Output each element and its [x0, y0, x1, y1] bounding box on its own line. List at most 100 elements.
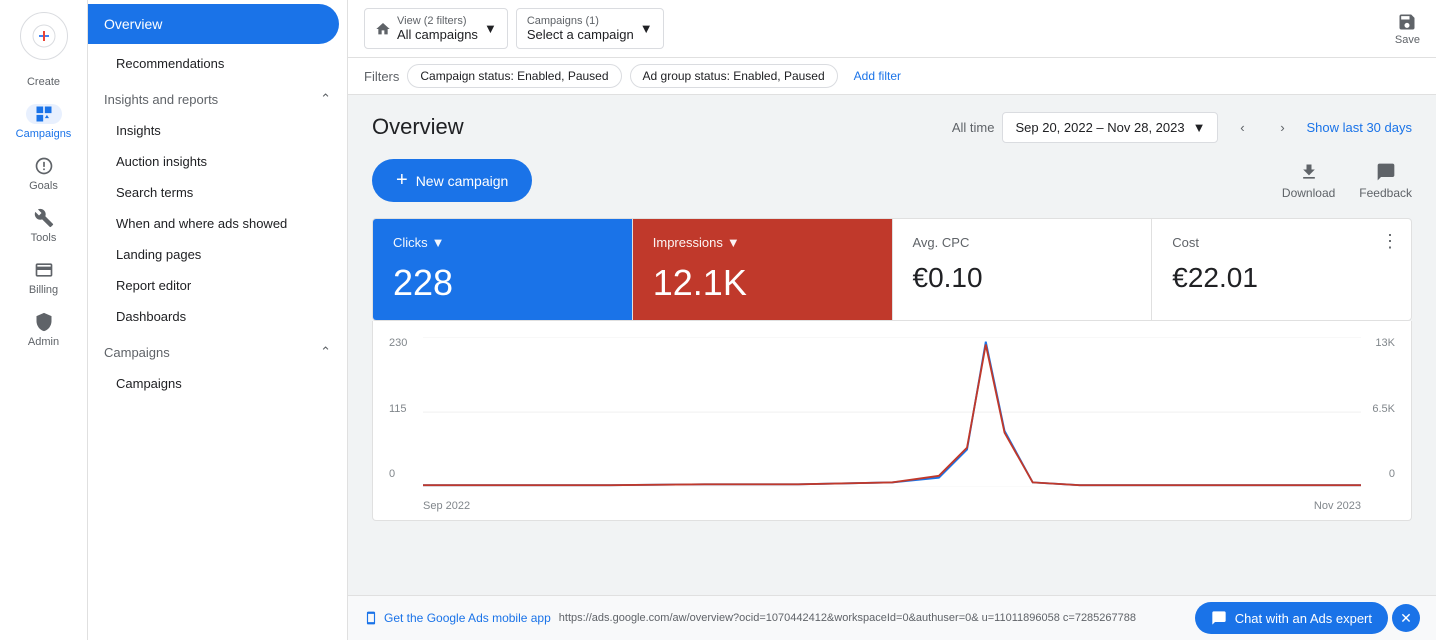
campaigns-section[interactable]: Campaigns ⌃ — [88, 332, 347, 368]
billing-label: Billing — [29, 284, 58, 296]
chevron-up-icon-2: ⌃ — [320, 344, 331, 360]
dropdown-arrow-small-2[interactable]: ▼ — [727, 235, 740, 250]
download-button[interactable]: Download — [1282, 162, 1335, 200]
show-last-30-link[interactable]: Show last 30 days — [1306, 120, 1412, 135]
cost-stat-card: Cost €22.01 ⋮ — [1152, 219, 1411, 320]
search-terms-nav-item[interactable]: Search terms — [88, 177, 347, 208]
chart-container: 230 115 0 13K 6.5K 0 Sep 2022 — [372, 321, 1412, 521]
auction-insights-nav-item[interactable]: Auction insights — [88, 146, 347, 177]
cost-value: €22.01 — [1172, 262, 1391, 294]
feedback-button[interactable]: Feedback — [1359, 162, 1412, 200]
action-icons: Download Feedback — [1282, 162, 1412, 200]
new-campaign-button[interactable]: + New campaign — [372, 159, 532, 202]
when-where-nav-item[interactable]: When and where ads showed — [88, 208, 347, 239]
nav-sidebar: Overview Recommendations Insights and re… — [88, 0, 348, 640]
mobile-icon — [364, 611, 378, 625]
create-label: Create — [27, 76, 60, 88]
campaigns-filter-value: Select a campaign — [527, 27, 634, 42]
recommendations-nav-item[interactable]: Recommendations — [88, 48, 347, 79]
chart-y-labels-left: 230 115 0 — [389, 337, 407, 480]
main-content: View (2 filters) All campaigns ▼ Campaig… — [348, 0, 1436, 640]
clicks-value: 228 — [393, 262, 612, 304]
overview-header: Overview All time Sep 20, 2022 – Nov 28,… — [372, 111, 1412, 143]
goals-label: Goals — [29, 180, 58, 192]
date-range-value: Sep 20, 2022 – Nov 28, 2023 — [1015, 120, 1184, 135]
dropdown-arrow-small[interactable]: ▼ — [432, 235, 445, 250]
feedback-icon — [1376, 162, 1396, 182]
date-range-picker[interactable]: Sep 20, 2022 – Nov 28, 2023 ▼ — [1002, 112, 1218, 143]
more-options-icon[interactable]: ⋮ — [1381, 231, 1399, 252]
sidebar-item-billing[interactable]: Billing — [0, 252, 87, 304]
plus-icon: + — [396, 169, 408, 192]
all-time-label: All time — [952, 120, 995, 135]
clicks-stat-card: Clicks ▼ 228 — [373, 219, 633, 320]
insights-reports-section[interactable]: Insights and reports ⌃ — [88, 79, 347, 115]
sidebar-item-admin[interactable]: Admin — [0, 304, 87, 356]
page-title: Overview — [372, 114, 464, 140]
chat-label: Chat with an Ads expert — [1235, 611, 1372, 626]
close-icon: ✕ — [1400, 610, 1412, 627]
create-button[interactable] — [20, 12, 68, 60]
dashboards-nav-item[interactable]: Dashboards — [88, 301, 347, 332]
avg-cpc-label: Avg. CPC — [913, 235, 1132, 250]
avg-cpc-value: €0.10 — [913, 262, 1132, 294]
view-filter-label: View (2 filters) — [397, 15, 478, 27]
download-icon — [1299, 162, 1319, 182]
report-editor-nav-item[interactable]: Report editor — [88, 270, 347, 301]
cost-label: Cost — [1172, 235, 1391, 250]
sidebar-item-create[interactable]: Create — [0, 68, 87, 96]
filters-label: Filters — [364, 69, 399, 84]
campaigns-item[interactable]: Campaigns — [88, 368, 347, 399]
chevron-up-icon: ⌃ — [320, 91, 331, 107]
chat-area: Chat with an Ads expert ✕ — [1195, 602, 1420, 634]
sidebar-item-tools[interactable]: Tools — [0, 200, 87, 252]
date-controls: All time Sep 20, 2022 – Nov 28, 2023 ▼ ‹… — [952, 111, 1412, 143]
chart-x-labels: Sep 2022 Nov 2023 — [423, 500, 1361, 512]
save-label: Save — [1395, 34, 1420, 46]
campaign-filter-dropdown[interactable]: Campaigns (1) Select a campaign ▼ — [516, 8, 664, 49]
clicks-label: Clicks ▼ — [393, 235, 612, 250]
impressions-stat-card: Impressions ▼ 12.1K — [633, 219, 893, 320]
campaigns-section-label: Campaigns — [104, 345, 170, 360]
overview-nav-item[interactable]: Overview — [88, 4, 339, 44]
tools-label: Tools — [31, 232, 57, 244]
overview-area: Overview All time Sep 20, 2022 – Nov 28,… — [348, 95, 1436, 595]
chart-y-labels-right: 13K 6.5K 0 — [1372, 337, 1395, 480]
bottom-bar: Get the Google Ads mobile app https://ad… — [348, 595, 1436, 640]
insights-nav-item[interactable]: Insights — [88, 115, 347, 146]
avg-cpc-stat-card: Avg. CPC €0.10 — [893, 219, 1153, 320]
sidebar-icons: Create Campaigns Goals Tools Billing Adm… — [0, 0, 88, 640]
mobile-app-link[interactable]: Get the Google Ads mobile app — [364, 611, 551, 625]
prev-date-button[interactable]: ‹ — [1226, 111, 1258, 143]
filters-bar: Filters Campaign status: Enabled, Paused… — [348, 58, 1436, 95]
sidebar-item-campaigns[interactable]: Campaigns — [0, 96, 87, 148]
chat-icon — [1211, 610, 1227, 626]
save-button[interactable]: Save — [1395, 12, 1420, 46]
add-filter-button[interactable]: Add filter — [846, 65, 909, 87]
save-icon — [1397, 12, 1417, 32]
campaigns-filter-label: Campaigns (1) — [527, 15, 634, 27]
landing-pages-nav-item[interactable]: Landing pages — [88, 239, 347, 270]
admin-label: Admin — [28, 336, 59, 348]
top-bar: View (2 filters) All campaigns ▼ Campaig… — [348, 0, 1436, 58]
chat-button[interactable]: Chat with an Ads expert — [1195, 602, 1388, 634]
url-display: https://ads.google.com/aw/overview?ocid=… — [559, 612, 1136, 624]
impressions-label: Impressions ▼ — [653, 235, 872, 250]
dropdown-arrow-icon-2: ▼ — [640, 21, 653, 36]
chart-svg — [423, 337, 1361, 487]
view-filter-dropdown[interactable]: View (2 filters) All campaigns ▼ — [364, 8, 508, 49]
view-filter-value: All campaigns — [397, 27, 478, 42]
ad-group-status-chip[interactable]: Ad group status: Enabled, Paused — [630, 64, 838, 88]
calendar-icon: ▼ — [1193, 120, 1206, 135]
insights-reports-label: Insights and reports — [104, 92, 218, 107]
campaigns-label: Campaigns — [16, 128, 72, 140]
sidebar-item-goals[interactable]: Goals — [0, 148, 87, 200]
dropdown-arrow-icon: ▼ — [484, 21, 497, 36]
close-chat-button[interactable]: ✕ — [1392, 604, 1420, 632]
next-date-button[interactable]: › — [1266, 111, 1298, 143]
actions-row: + New campaign Download Feedback — [372, 159, 1412, 202]
stats-row: Clicks ▼ 228 Impressions ▼ 12.1K Avg. CP… — [372, 218, 1412, 321]
campaign-status-chip[interactable]: Campaign status: Enabled, Paused — [407, 64, 621, 88]
home-icon — [375, 21, 391, 37]
overview-label: Overview — [104, 16, 162, 32]
